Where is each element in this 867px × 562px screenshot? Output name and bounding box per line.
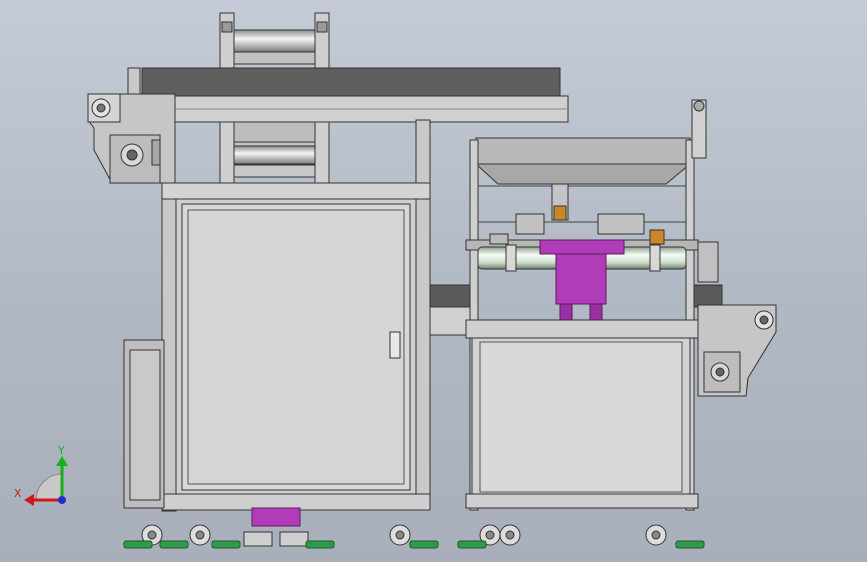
machine-assembly-drawing: Y X xyxy=(14,12,777,549)
left-cabinet xyxy=(161,119,431,512)
right-drive-housing xyxy=(697,304,777,397)
right-inner-mechanism xyxy=(489,183,665,245)
x-axis-arrowhead xyxy=(24,494,34,506)
x-axis-label: X xyxy=(14,487,22,500)
cad-viewport[interactable]: Y X xyxy=(0,0,867,562)
z-axis-origin xyxy=(58,496,66,504)
sealing-unit xyxy=(539,239,625,321)
left-side-bin xyxy=(123,339,165,509)
y-axis-label: Y xyxy=(57,444,65,457)
y-axis-arrowhead xyxy=(56,456,68,466)
top-conveyor xyxy=(109,67,569,123)
left-drive-housing xyxy=(87,93,176,184)
leveling-foot xyxy=(123,540,705,549)
coordinate-triad: Y X xyxy=(14,444,68,506)
right-cabinet xyxy=(465,319,699,509)
base-support xyxy=(243,507,309,547)
